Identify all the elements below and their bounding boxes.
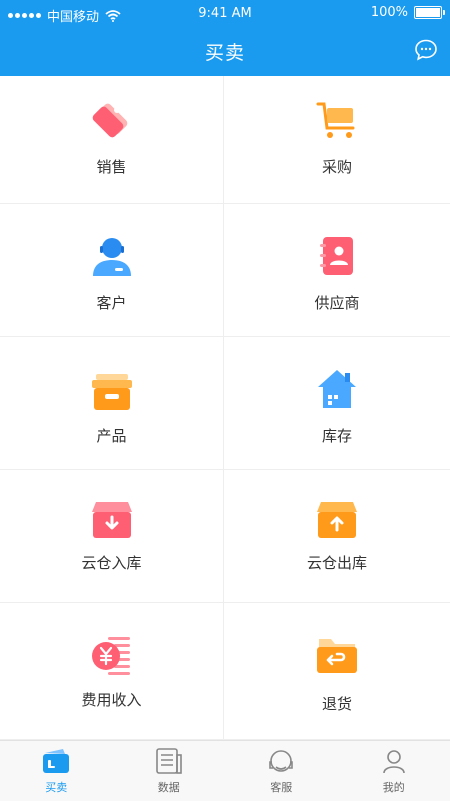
tab-data[interactable]: 数据	[113, 741, 226, 801]
battery-icon	[414, 6, 442, 19]
menu-item-label: 销售	[0, 156, 223, 177]
customer-icon	[90, 234, 134, 278]
menu-item-label: 云仓出库	[224, 552, 450, 573]
menu-item-label: 采购	[224, 156, 450, 177]
tab-label: 客服	[225, 779, 338, 795]
menu-item-label: 客户	[0, 292, 223, 313]
menu-item-expense-income[interactable]: 费用收入	[0, 603, 224, 740]
menu-item-product[interactable]: 产品	[0, 337, 224, 470]
supplier-book-icon	[315, 234, 359, 278]
menu-item-cloud-outbound[interactable]: 云仓出库	[224, 470, 450, 603]
tab-label: 买卖	[0, 779, 113, 795]
tab-label: 数据	[113, 779, 226, 795]
battery-percent: 100%	[371, 5, 408, 20]
nav-bar: 买卖	[0, 28, 450, 76]
box-upload-icon	[315, 498, 359, 542]
tab-service[interactable]: 客服	[225, 741, 338, 801]
headset-icon	[266, 747, 296, 775]
wallet-icon	[41, 747, 71, 775]
menu-item-label: 云仓入库	[0, 552, 223, 573]
menu-grid: 销售 采购 客户 供应商	[0, 76, 450, 740]
status-right: 100%	[371, 5, 442, 20]
box-download-icon	[90, 498, 134, 542]
product-box-icon	[90, 371, 134, 415]
tab-me[interactable]: 我的	[338, 741, 450, 801]
user-icon	[379, 747, 409, 775]
menu-item-cloud-inbound[interactable]: 云仓入库	[0, 470, 224, 603]
cart-icon	[315, 98, 359, 142]
top-bar: 中国移动 9:41 AM 100% 买卖	[0, 0, 450, 76]
yuan-coin-icon	[90, 633, 134, 677]
menu-item-customer[interactable]: 客户	[0, 204, 224, 337]
menu-item-supplier[interactable]: 供应商	[224, 204, 450, 337]
menu-item-label: 产品	[0, 425, 223, 446]
message-icon[interactable]	[414, 38, 438, 62]
menu-item-purchase[interactable]: 采购	[224, 76, 450, 204]
menu-item-sales[interactable]: 销售	[0, 76, 224, 204]
menu-item-return[interactable]: 退货	[224, 603, 450, 740]
menu-item-label: 退货	[224, 693, 450, 714]
tab-label: 我的	[338, 779, 450, 795]
menu-item-label: 供应商	[224, 292, 450, 313]
return-folder-icon	[315, 633, 359, 677]
menu-item-label: 库存	[224, 425, 450, 446]
tab-buy-sell[interactable]: 买卖	[0, 741, 113, 801]
tab-bar: 买卖 数据 客服 我的	[0, 740, 450, 801]
status-bar: 中国移动 9:41 AM 100%	[0, 0, 450, 28]
tag-icon	[90, 98, 134, 142]
menu-item-inventory[interactable]: 库存	[224, 337, 450, 470]
page-title: 买卖	[0, 38, 450, 65]
menu-item-label: 费用收入	[0, 689, 223, 710]
document-icon	[154, 747, 184, 775]
warehouse-house-icon	[315, 367, 359, 411]
